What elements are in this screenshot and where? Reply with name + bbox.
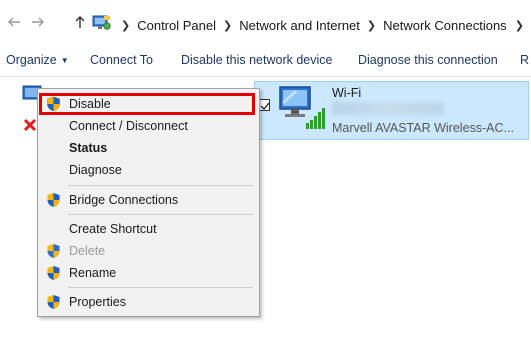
menu-item-delete: Delete <box>38 240 259 262</box>
breadcrumb-separator[interactable]: ❯ <box>367 19 376 32</box>
diagnose-connection-button[interactable]: Diagnose this connection <box>358 53 498 67</box>
menu-item-rename[interactable]: Rename <box>38 262 259 284</box>
forward-arrow-icon[interactable] <box>30 14 46 30</box>
wifi-adapter-description: Marvell AVASTAR Wireless-AC... <box>332 121 514 135</box>
menu-item-label: Properties <box>69 295 126 309</box>
menu-item-label: Connect / Disconnect <box>69 119 188 133</box>
breadcrumb-separator[interactable]: ❯ <box>515 19 524 32</box>
menu-separator <box>68 214 253 215</box>
redacted-network-name <box>332 102 444 115</box>
breadcrumb-network-connections[interactable]: Network Connections <box>383 18 507 33</box>
up-arrow-icon[interactable] <box>72 14 88 30</box>
menu-item-create-shortcut[interactable]: Create Shortcut <box>38 218 259 240</box>
menu-item-label: Bridge Connections <box>69 193 179 207</box>
breadcrumb: ❯ Control Panel ❯ Network and Internet ❯… <box>114 16 524 34</box>
uac-shield-icon <box>46 294 61 310</box>
menu-item-diagnose[interactable]: Diagnose <box>38 159 259 181</box>
highlight-box <box>39 93 255 115</box>
rename-button-truncated[interactable]: R <box>520 53 529 67</box>
menu-item-connect-disconnect[interactable]: Connect / Disconnect <box>38 115 259 137</box>
context-menu: Disable Connect / Disconnect Status Diag… <box>37 88 260 317</box>
organize-label: Organize <box>6 53 57 67</box>
address-bar: ❯ Control Panel ❯ Network and Internet ❯… <box>0 0 531 47</box>
breadcrumb-separator: ❯ <box>121 19 131 32</box>
menu-item-status[interactable]: Status <box>38 137 259 159</box>
uac-shield-icon <box>46 243 61 259</box>
disable-device-button[interactable]: Disable this network device <box>181 53 332 67</box>
uac-shield-icon <box>46 265 61 281</box>
back-arrow-icon[interactable] <box>6 14 22 30</box>
menu-item-label: Status <box>69 141 108 155</box>
wifi-adapter-icon <box>276 83 328 131</box>
menu-separator <box>68 287 253 288</box>
menu-item-label: Create Shortcut <box>69 222 157 236</box>
menu-item-label: Diagnose <box>69 163 122 177</box>
control-panel-icon <box>92 14 112 32</box>
chevron-down-icon: ▼ <box>60 56 69 65</box>
menu-item-label: Rename <box>69 266 117 280</box>
organize-menu-button[interactable]: Organize ▼ <box>6 53 69 67</box>
disconnected-x-icon <box>23 118 37 132</box>
breadcrumb-separator[interactable]: ❯ <box>223 19 232 32</box>
wifi-adapter-name: Wi-Fi <box>332 86 362 100</box>
menu-item-disable[interactable]: Disable <box>38 93 259 115</box>
connect-to-button[interactable]: Connect To <box>90 53 153 67</box>
menu-item-properties[interactable]: Properties <box>38 291 259 313</box>
command-bar: Organize ▼ Connect To Disable this networ… <box>0 46 531 77</box>
menu-item-bridge-connections[interactable]: Bridge Connections <box>38 189 259 211</box>
breadcrumb-network-and-internet[interactable]: Network and Internet <box>239 18 360 33</box>
connections-list: Wi-Fi Marvell AVASTAR Wireless-AC... Dis… <box>0 77 531 355</box>
menu-separator <box>68 185 253 186</box>
uac-shield-icon <box>46 192 61 208</box>
menu-item-label: Delete <box>69 244 106 258</box>
breadcrumb-control-panel[interactable]: Control Panel <box>137 18 216 33</box>
